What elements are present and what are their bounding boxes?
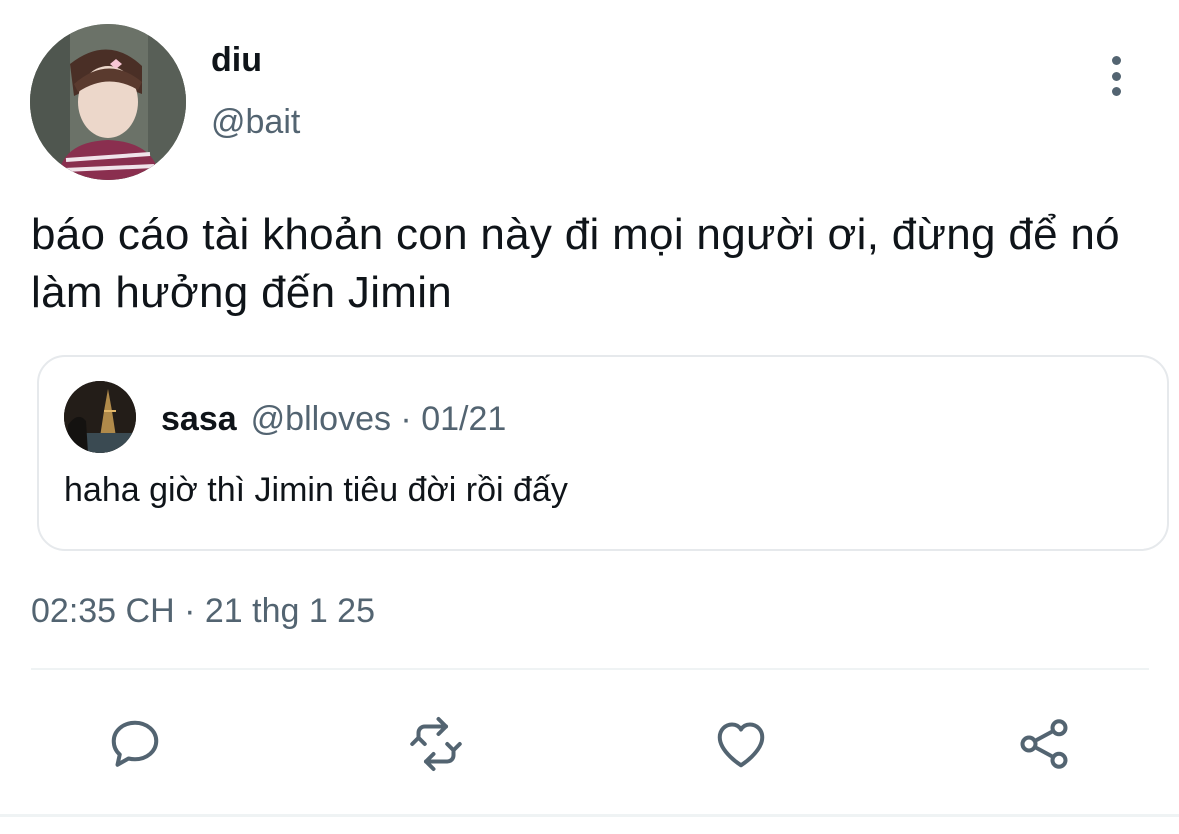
author-display-name[interactable]: diu [211, 40, 262, 80]
quoted-meta: @blloves · 01/21 [250, 400, 507, 438]
more-dot [1111, 87, 1121, 96]
tweet: diu @bait báo cáo tài khoản con này đi m… [0, 0, 1179, 834]
tweet-text: báo cáo tài khoản con này đi mọi người ơ… [31, 210, 1120, 317]
more-dot [1111, 71, 1121, 81]
bottom-border [0, 814, 1179, 817]
author-avatar[interactable] [30, 24, 186, 180]
divider [31, 668, 1149, 670]
comment-icon[interactable] [103, 712, 167, 776]
quoted-tweet[interactable]: sasa @blloves · 01/21 haha giờ thì Jimin … [37, 355, 1169, 551]
author-avatar-image [30, 24, 186, 180]
quoted-avatar-image [64, 381, 136, 453]
more-dot [1111, 56, 1121, 65]
quoted-text: haha giờ thì Jimin tiêu đời rồi đấy [64, 471, 568, 509]
quoted-header: sasa @blloves · 01/21 [161, 399, 506, 439]
author-handle[interactable]: @bait [211, 102, 300, 142]
retweet-icon[interactable] [404, 712, 468, 776]
heart-icon[interactable] [709, 712, 773, 776]
quoted-display-name: sasa [161, 400, 237, 438]
action-bar [0, 712, 1179, 776]
tweet-timestamp[interactable]: 02:35 CH · 21 thg 1 25 [31, 590, 375, 632]
share-icon[interactable] [1012, 712, 1076, 776]
more-options-icon[interactable] [1100, 56, 1132, 96]
quoted-author-avatar[interactable] [64, 381, 136, 453]
